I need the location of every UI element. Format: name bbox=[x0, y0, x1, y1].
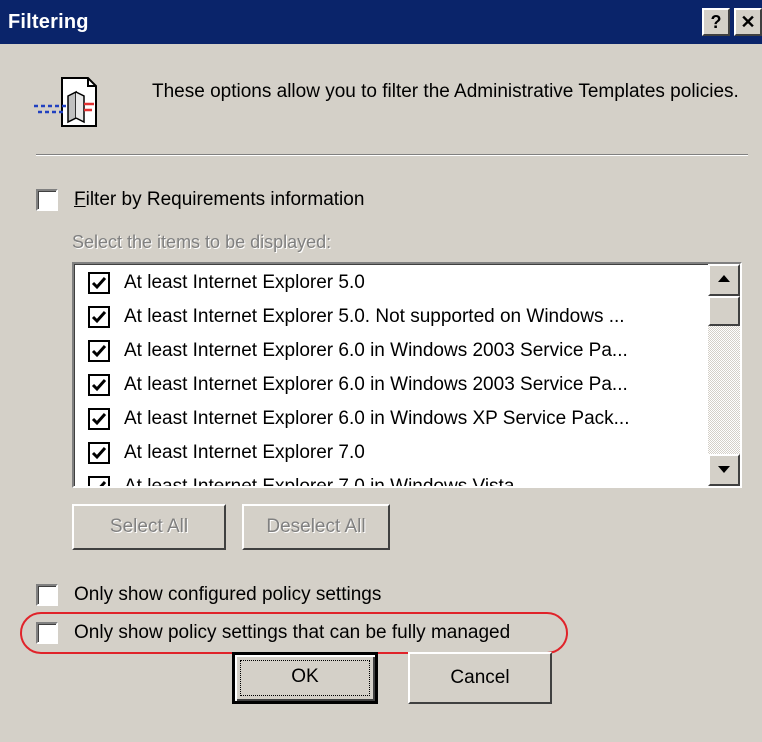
items-hint: Select the items to be displayed: bbox=[72, 232, 332, 252]
cancel-label: Cancel bbox=[450, 667, 510, 688]
scroll-up-button[interactable] bbox=[708, 264, 740, 296]
requirements-list: At least Internet Explorer 5.0 At least I… bbox=[88, 266, 708, 488]
select-all-button[interactable]: Select All bbox=[72, 504, 226, 550]
checkmark-icon bbox=[91, 413, 107, 426]
list-item-label: At least Internet Explorer 5.0 bbox=[124, 272, 365, 293]
header-description: These options allow you to filter the Ad… bbox=[152, 81, 739, 102]
ok-label: OK bbox=[291, 666, 319, 687]
deselect-all-button[interactable]: Deselect All bbox=[242, 504, 390, 550]
filter-requirements-checkbox[interactable] bbox=[36, 189, 58, 211]
close-icon: ✕ bbox=[740, 12, 756, 32]
scroll-thumb[interactable] bbox=[708, 296, 740, 326]
fully-managed-label: Only show policy settings that can be fu… bbox=[74, 622, 511, 643]
list-item[interactable]: At least Internet Explorer 7.0 in Window… bbox=[88, 470, 708, 488]
filter-document-icon bbox=[32, 74, 104, 130]
list-item[interactable]: At least Internet Explorer 6.0 in Window… bbox=[88, 334, 708, 368]
fully-managed-option[interactable]: Only show policy settings that can be fu… bbox=[36, 622, 510, 644]
list-item-label: At least Internet Explorer 6.0 in Window… bbox=[124, 408, 630, 429]
configured-only-label: Only show configured policy settings bbox=[74, 584, 382, 605]
close-button[interactable]: ✕ bbox=[734, 8, 762, 36]
list-item[interactable]: At least Internet Explorer 5.0 bbox=[88, 266, 708, 300]
list-item-label: At least Internet Explorer 6.0 in Window… bbox=[124, 340, 628, 361]
list-item-checkbox[interactable] bbox=[88, 272, 110, 294]
list-item-checkbox[interactable] bbox=[88, 476, 110, 486]
scroll-down-button[interactable] bbox=[708, 454, 740, 486]
select-all-label: Select All bbox=[109, 516, 189, 537]
arrow-up-icon bbox=[718, 275, 730, 282]
list-item-label: At least Internet Explorer 7.0 bbox=[124, 442, 365, 463]
help-icon: ? bbox=[710, 12, 722, 32]
list-item-label: At least Internet Explorer 5.0. Not supp… bbox=[124, 306, 625, 327]
checkmark-icon bbox=[91, 277, 107, 290]
checkmark-icon bbox=[94, 481, 107, 486]
checkmark-icon bbox=[91, 379, 107, 392]
list-item[interactable]: At least Internet Explorer 7.0 bbox=[88, 436, 708, 470]
fully-managed-checkbox[interactable] bbox=[36, 622, 58, 644]
list-item[interactable]: At least Internet Explorer 6.0 in Window… bbox=[88, 368, 708, 402]
list-item-checkbox[interactable] bbox=[88, 306, 110, 328]
filter-requirements-option[interactable]: Filter by Requirements information bbox=[36, 189, 364, 211]
filter-requirements-label: Filter by Requirements information bbox=[74, 189, 364, 211]
list-item-checkbox[interactable] bbox=[88, 340, 110, 362]
list-item[interactable]: At least Internet Explorer 5.0. Not supp… bbox=[88, 300, 708, 334]
ok-button[interactable]: OK bbox=[232, 652, 378, 704]
list-item-checkbox[interactable] bbox=[88, 442, 110, 464]
window-title: Filtering bbox=[8, 11, 89, 33]
filter-requirements-label-rest: ilter by Requirements information bbox=[85, 189, 365, 210]
separator bbox=[36, 154, 748, 156]
arrow-down-icon bbox=[718, 466, 730, 473]
checkmark-icon bbox=[91, 345, 107, 358]
requirements-listbox[interactable]: At least Internet Explorer 5.0 At least I… bbox=[72, 262, 742, 488]
deselect-all-label: Deselect All bbox=[266, 516, 366, 537]
checkmark-icon bbox=[91, 447, 107, 460]
list-item-checkbox[interactable] bbox=[88, 408, 110, 430]
filtering-dialog: Filtering ? ✕ These options allow you to… bbox=[0, 0, 762, 742]
configured-only-option[interactable]: Only show configured policy settings bbox=[36, 584, 381, 606]
list-item[interactable]: At least Internet Explorer 6.0 in Window… bbox=[88, 402, 708, 436]
list-item-checkbox[interactable] bbox=[88, 374, 110, 396]
cancel-button[interactable]: Cancel bbox=[408, 652, 552, 704]
help-button[interactable]: ? bbox=[702, 8, 730, 36]
list-item-label: At least Internet Explorer 7.0 in Window… bbox=[124, 476, 515, 488]
title-bar[interactable]: Filtering ? ✕ bbox=[0, 0, 762, 44]
configured-only-checkbox[interactable] bbox=[36, 584, 58, 606]
checkmark-icon bbox=[91, 311, 107, 324]
filter-requirements-mnemonic: F bbox=[74, 189, 86, 210]
list-item-label: At least Internet Explorer 6.0 in Window… bbox=[124, 374, 628, 395]
list-scrollbar[interactable] bbox=[708, 264, 740, 486]
